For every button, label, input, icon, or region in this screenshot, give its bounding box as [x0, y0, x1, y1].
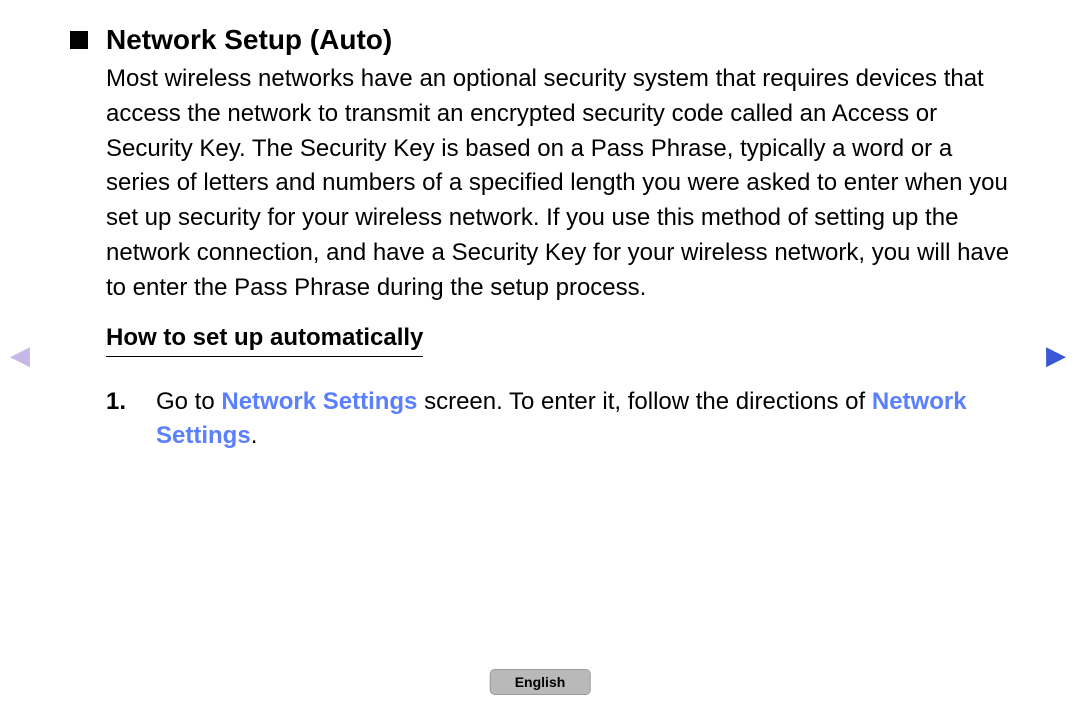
section-body-paragraph: Most wireless networks have an optional …	[106, 62, 1010, 306]
bullet-square-icon	[70, 31, 88, 49]
step-number: 1.	[106, 385, 156, 455]
section-heading: Network Setup (Auto)	[106, 24, 392, 56]
prev-page-arrow-icon[interactable]: ◀	[10, 340, 30, 371]
step-text-part: .	[251, 422, 258, 449]
step-text-part: Go to	[156, 388, 221, 415]
section-heading-row: Network Setup (Auto)	[70, 24, 1020, 56]
manual-page: Network Setup (Auto) Most wireless netwo…	[0, 0, 1080, 705]
step-text: Go to Network Settings screen. To enter …	[156, 385, 1000, 455]
network-settings-link[interactable]: Network Settings	[221, 388, 417, 415]
step-text-part: screen. To enter it, follow the directio…	[417, 388, 871, 415]
subsection-heading: How to set up automatically	[106, 324, 423, 357]
language-button[interactable]: English	[490, 669, 591, 695]
next-page-arrow-icon[interactable]: ▶	[1046, 340, 1066, 371]
step-row: 1. Go to Network Settings screen. To ent…	[106, 385, 1000, 455]
